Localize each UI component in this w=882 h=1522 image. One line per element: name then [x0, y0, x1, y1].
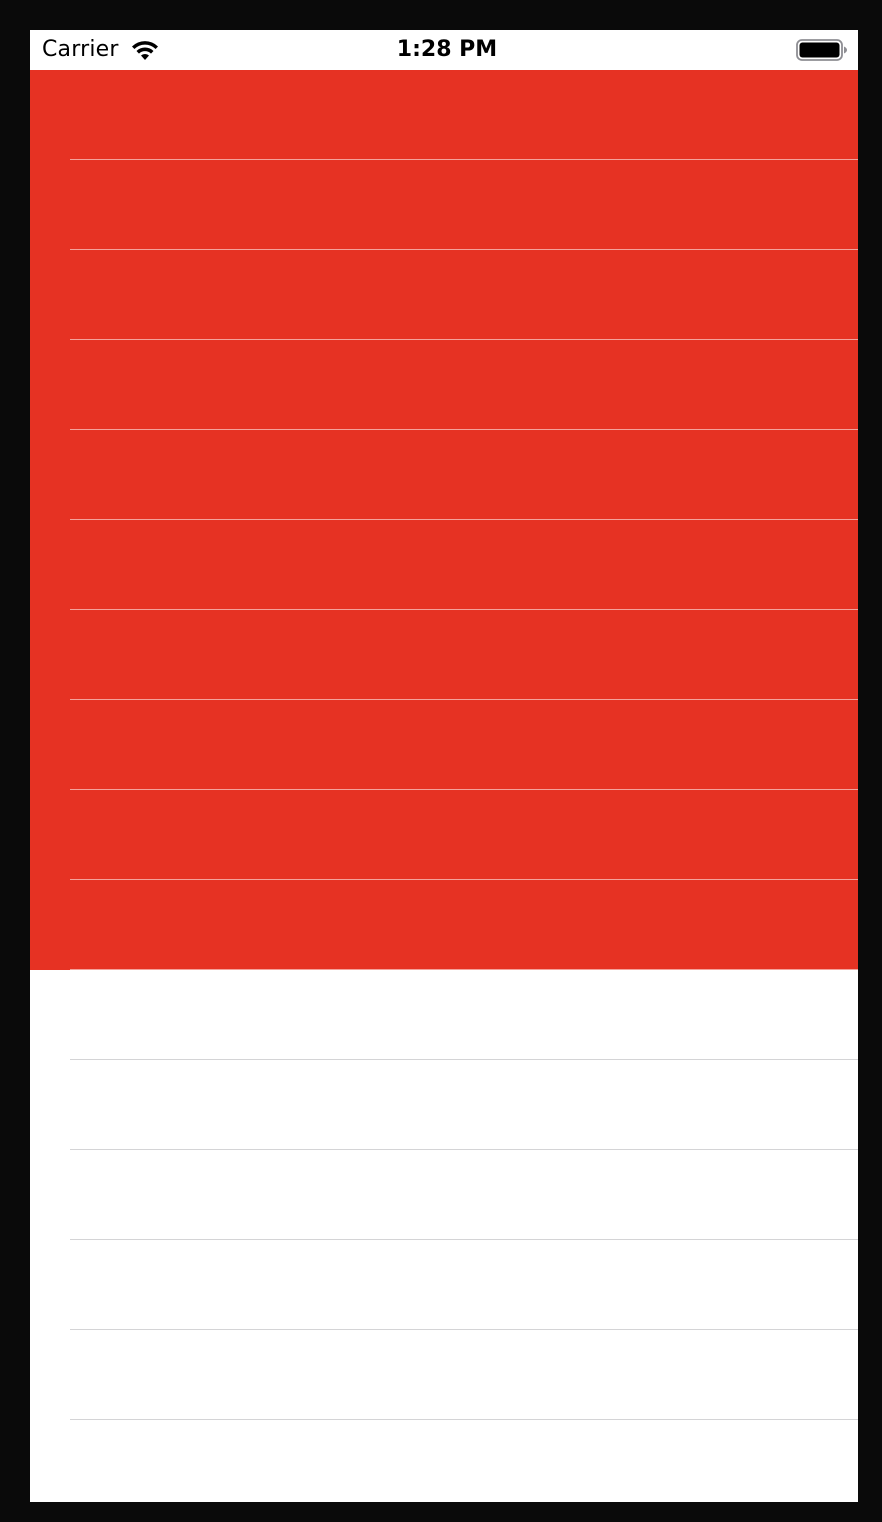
table-row-highlighted[interactable] [30, 610, 858, 700]
table-row[interactable] [30, 1240, 858, 1330]
table-row-highlighted[interactable] [30, 790, 858, 880]
table-row-highlighted[interactable] [30, 430, 858, 520]
table-row-highlighted[interactable] [30, 160, 858, 250]
table-row[interactable] [30, 1420, 858, 1502]
table-row[interactable] [30, 1150, 858, 1240]
device-frame: Carrier 1:28 PM [0, 0, 882, 1522]
screen: Carrier 1:28 PM [30, 30, 858, 1502]
table-row-highlighted[interactable] [30, 70, 858, 160]
table-row-highlighted[interactable] [30, 250, 858, 340]
table-row-highlighted[interactable] [30, 700, 858, 790]
status-bar: Carrier 1:28 PM [30, 30, 858, 70]
table-row-highlighted[interactable] [30, 340, 858, 430]
battery-icon [796, 39, 848, 61]
status-time: 1:28 PM [396, 37, 498, 62]
table-row-highlighted[interactable] [30, 880, 858, 970]
table-row-highlighted[interactable] [30, 520, 858, 610]
table-row[interactable] [30, 1330, 858, 1420]
table-row[interactable] [30, 970, 858, 1060]
table-view[interactable] [30, 70, 858, 1502]
table-row[interactable] [30, 1060, 858, 1150]
